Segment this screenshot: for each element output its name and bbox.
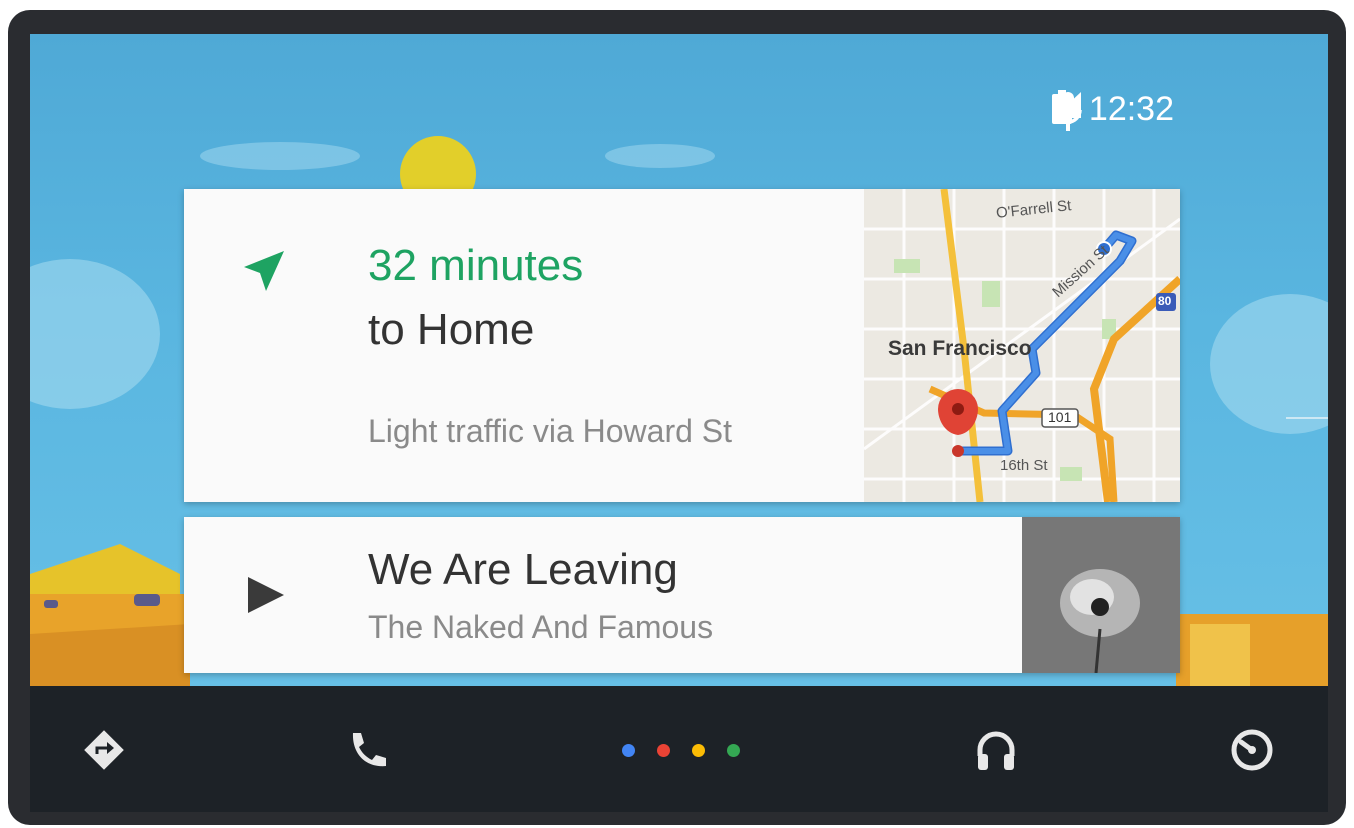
status-bar: 12:32: [1051, 90, 1260, 131]
navigation-card[interactable]: 32 minutes to Home Light traffic via How…: [184, 189, 1180, 502]
google-red-dot: [657, 744, 670, 757]
directions-icon[interactable]: [78, 726, 130, 774]
traffic-text: Light traffic via Howard St: [368, 413, 733, 449]
clock-time: 12:32: [1088, 90, 1174, 128]
map-highway-label: 80: [1158, 294, 1172, 308]
bottom-nav-bar: [30, 686, 1328, 812]
map-city-label: San Francisco: [888, 337, 1032, 360]
route-map[interactable]: O'Farrell St Mission St San Francisco 10…: [864, 189, 1180, 502]
artist-name: The Naked And Famous: [368, 609, 714, 645]
wallpaper: 12:32 32 minutes to Home Light traffic v…: [30, 34, 1328, 686]
media-card[interactable]: We Are Leaving The Naked And Famous: [184, 517, 1180, 673]
song-title: We Are Leaving: [368, 545, 678, 594]
google-yellow-dot: [692, 744, 705, 757]
google-green-dot: [727, 744, 740, 757]
album-art: [1022, 517, 1180, 673]
google-dots-icon[interactable]: [622, 744, 740, 757]
map-street-label: 16th St: [1000, 457, 1048, 474]
exit-dial-icon[interactable]: [1226, 726, 1278, 774]
destination-text: to Home: [368, 305, 535, 354]
head-unit-screen: 12:32 32 minutes to Home Light traffic v…: [30, 34, 1328, 812]
eta-text: 32 minutes: [368, 241, 584, 290]
google-blue-dot: [622, 744, 635, 757]
phone-icon[interactable]: [340, 726, 392, 774]
headphones-icon[interactable]: [970, 726, 1022, 774]
map-highway-label: 101: [1048, 409, 1072, 425]
